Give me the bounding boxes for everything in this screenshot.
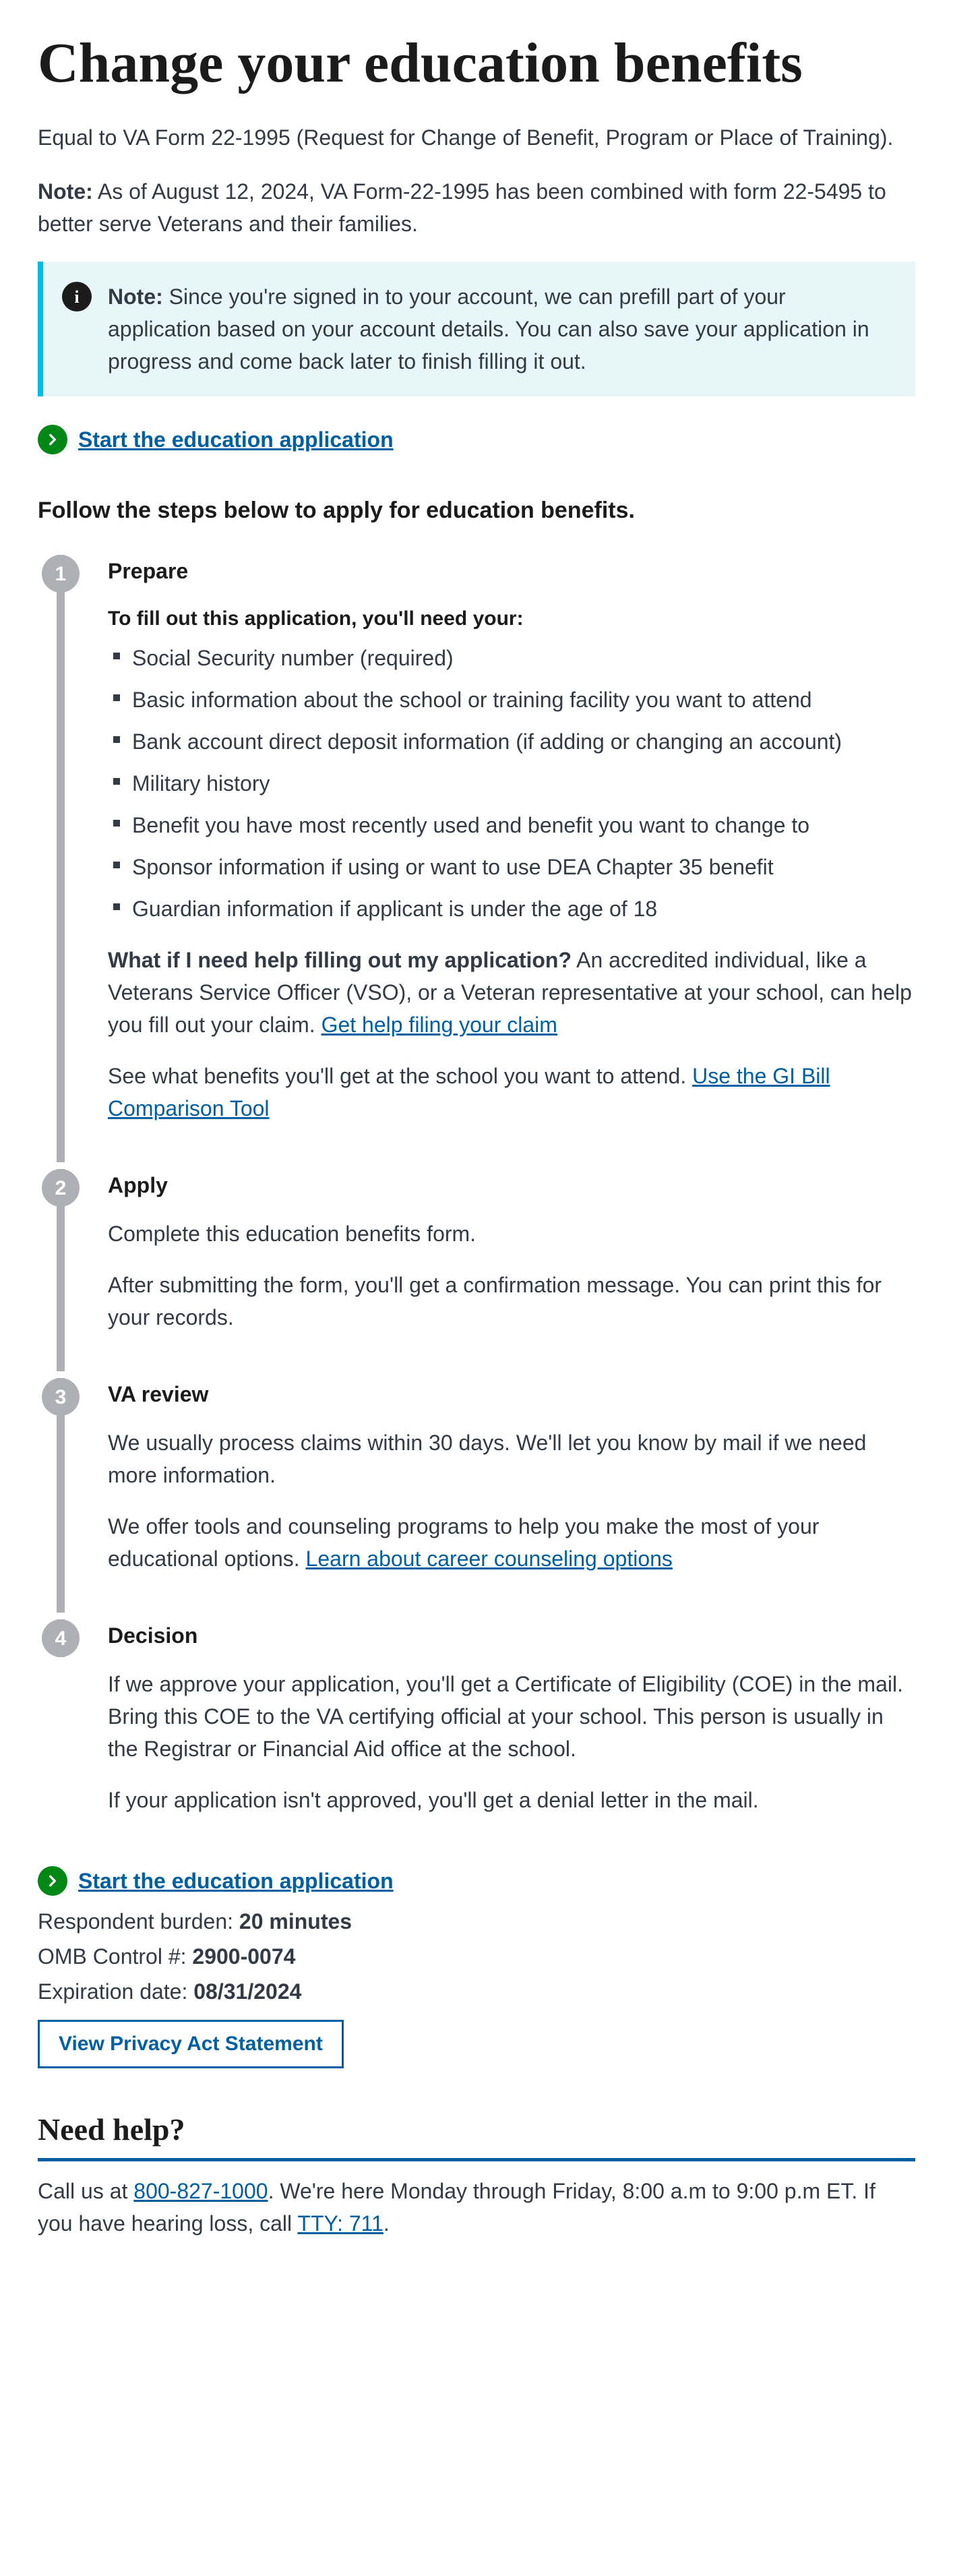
exp-value: 08/31/2024 <box>193 1979 301 2004</box>
requirements-list: Social Security number (required) Basic … <box>108 642 915 925</box>
help-post-text: . <box>383 2211 390 2236</box>
start-application-row: Start the education application <box>38 423 915 456</box>
get-help-link[interactable]: Get help filing your claim <box>321 1013 557 1037</box>
respondent-burden: Respondent burden: 20 minutes <box>38 1905 915 1938</box>
chevron-right-icon <box>38 425 67 454</box>
combination-note: Note: As of August 12, 2024, VA Form-22-… <box>38 175 915 240</box>
step-number: 1 <box>42 555 80 593</box>
omb-control: OMB Control #: 2900-0074 <box>38 1940 915 1973</box>
step-va-review: 3 VA review We usually process claims wi… <box>38 1378 915 1613</box>
help-paragraph: What if I need help filling out my appli… <box>108 944 915 1041</box>
step-text: We usually process claims within 30 days… <box>108 1427 915 1491</box>
list-item: Sponsor information if using or want to … <box>108 851 915 883</box>
step-title: Apply <box>108 1169 915 1201</box>
requirements-header: To fill out this application, you'll nee… <box>108 603 915 634</box>
step-number: 3 <box>42 1378 80 1416</box>
omb-label: OMB Control #: <box>38 1944 192 1969</box>
help-question: What if I need help filling out my appli… <box>108 948 572 972</box>
info-icon: i <box>62 282 92 311</box>
step-text: After submitting the form, you'll get a … <box>108 1269 915 1334</box>
alert-note-text: Since you're signed in to your account, … <box>108 284 869 373</box>
follow-steps-heading: Follow the steps below to apply for educ… <box>38 493 915 528</box>
list-item: Basic information about the school or tr… <box>108 684 915 716</box>
list-item: Bank account direct deposit information … <box>108 725 915 758</box>
omb-value: 2900-0074 <box>192 1944 295 1969</box>
step-decision: 4 Decision If we approve your applicatio… <box>38 1619 915 1816</box>
step-text: If we approve your application, you'll g… <box>108 1668 915 1765</box>
signin-prefill-alert: i Note: Since you're signed in to your a… <box>38 262 915 396</box>
note-label: Note: <box>38 179 93 204</box>
need-help-heading: Need help? <box>38 2106 915 2161</box>
gi-bill-paragraph: See what benefits you'll get at the scho… <box>108 1060 915 1125</box>
list-item: Guardian information if applicant is und… <box>108 893 915 925</box>
burden-value: 20 minutes <box>239 1909 352 1934</box>
phone-link[interactable]: 800-827-1000 <box>133 2179 268 2203</box>
step-apply: 2 Apply Complete this education benefits… <box>38 1169 915 1371</box>
career-counseling-link[interactable]: Learn about career counseling options <box>306 1547 673 1571</box>
step-title: VA review <box>108 1378 915 1410</box>
need-help-text: Call us at 800-827-1000. We're here Mond… <box>38 2175 915 2240</box>
process-connector <box>57 555 65 1162</box>
bottom-section: Start the education application Responde… <box>38 1865 915 2240</box>
start-application-link-bottom[interactable]: Start the education application <box>78 1865 394 1897</box>
step-title: Decision <box>108 1619 915 1652</box>
step-title: Prepare <box>108 555 915 587</box>
alert-body: Note: Since you're signed in to your acc… <box>108 280 894 378</box>
burden-label: Respondent burden: <box>38 1909 239 1934</box>
list-item: Benefit you have most recently used and … <box>108 809 915 841</box>
gi-bill-text: See what benefits you'll get at the scho… <box>108 1064 692 1088</box>
list-item: Military history <box>108 767 915 800</box>
chevron-right-icon <box>38 1866 67 1896</box>
step-number: 2 <box>42 1169 80 1207</box>
exp-label: Expiration date: <box>38 1979 193 2004</box>
step-prepare: 1 Prepare To fill out this application, … <box>38 555 915 1162</box>
alert-note-label: Note: <box>108 284 163 309</box>
form-equivalent-text: Equal to VA Form 22-1995 (Request for Ch… <box>38 121 915 154</box>
process-list: 1 Prepare To fill out this application, … <box>38 555 915 1816</box>
step-text: We offer tools and counseling programs t… <box>108 1510 915 1575</box>
page-title: Change your education benefits <box>38 32 915 94</box>
note-text: As of August 12, 2024, VA Form-22-1995 h… <box>38 179 886 236</box>
view-privacy-act-button[interactable]: View Privacy Act Statement <box>38 2020 344 2068</box>
list-item: Social Security number (required) <box>108 642 915 674</box>
step-text: Complete this education benefits form. <box>108 1218 915 1250</box>
expiration-date: Expiration date: 08/31/2024 <box>38 1975 915 2008</box>
start-application-link-top[interactable]: Start the education application <box>78 423 394 456</box>
step-text: If your application isn't approved, you'… <box>108 1784 915 1816</box>
help-pre-text: Call us at <box>38 2179 133 2203</box>
start-application-row-bottom: Start the education application <box>38 1865 915 1897</box>
step-number: 4 <box>42 1619 80 1657</box>
tty-link[interactable]: TTY: 711 <box>297 2211 383 2236</box>
